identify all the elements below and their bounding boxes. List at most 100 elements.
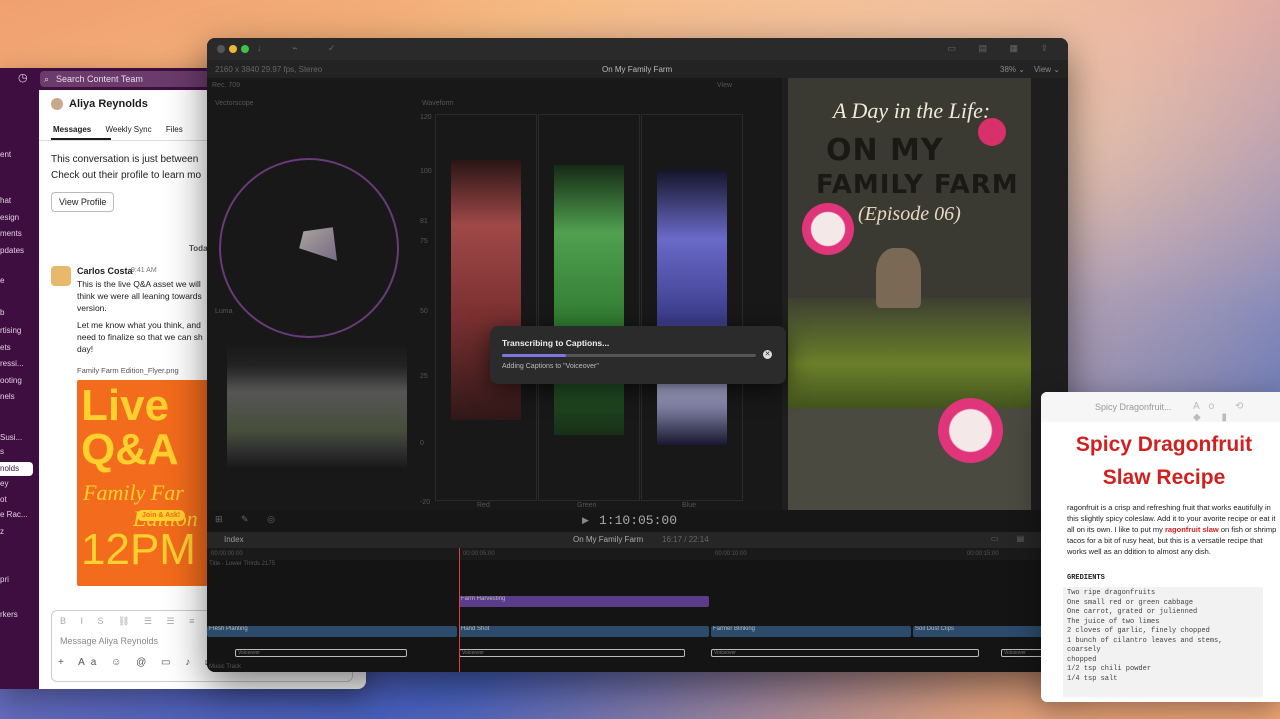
timeline-clip[interactable]: Fresh Planting bbox=[207, 626, 457, 637]
timecode-display[interactable]: 1:10:05:00 bbox=[599, 513, 677, 528]
channel-label: Green bbox=[577, 502, 596, 509]
search-icon: ⌕ bbox=[44, 71, 49, 87]
caption-clip[interactable]: Voiceover bbox=[235, 649, 407, 657]
sidebar-item[interactable]: pri bbox=[0, 575, 9, 584]
close-icon[interactable]: ✕ bbox=[763, 350, 772, 359]
sidebar-item[interactable]: rkers bbox=[0, 610, 18, 619]
zoom-view[interactable]: 38% ⌄ View ⌄ bbox=[1000, 65, 1060, 74]
flyer-line: Live bbox=[81, 384, 179, 428]
tab-weekly-sync[interactable]: Weekly Sync bbox=[105, 125, 151, 134]
index-button[interactable]: Index bbox=[224, 535, 244, 544]
sidebar-item[interactable]: Susi... bbox=[0, 433, 22, 442]
luma-waveform bbox=[227, 340, 407, 470]
timeline-header: Index On My Family Farm 16:17 / 22:14 ▭ … bbox=[207, 532, 1068, 548]
format-info: 2160 x 3840 29.97 fps, Stereo bbox=[215, 65, 322, 74]
view-menu[interactable]: View bbox=[1034, 65, 1051, 74]
ingredient-item: One small red or green cabbage bbox=[1067, 599, 1259, 609]
sidebar-item[interactable]: ooting bbox=[0, 376, 22, 385]
tab-files[interactable]: Files bbox=[166, 125, 183, 134]
dragonfruit-graphic bbox=[802, 203, 854, 255]
sidebar-item[interactable]: hat bbox=[0, 196, 11, 205]
tab-messages[interactable]: Messages bbox=[53, 125, 91, 134]
sidebar-item[interactable]: esign bbox=[0, 213, 19, 222]
search-placeholder: Search Content Team bbox=[56, 74, 143, 84]
axis-tick-label: 81 bbox=[420, 218, 428, 225]
playhead[interactable] bbox=[459, 548, 460, 672]
sidebar-item[interactable]: pdates bbox=[0, 246, 24, 255]
ingredient-item: 2 cloves of garlic, finely chopped bbox=[1067, 627, 1259, 637]
history-icon[interactable]: ◷ bbox=[18, 71, 28, 84]
axis-tick-label: 50 bbox=[420, 308, 428, 315]
page-title: Aliya Reynolds bbox=[69, 98, 148, 110]
transport-bar: ⊞ ✎ ◎ ▶ 1:10:05:00 ⤢ bbox=[207, 510, 1068, 532]
zoom-level[interactable]: 38% bbox=[1000, 65, 1016, 74]
sidebar-item[interactable]: e Rac... bbox=[0, 510, 28, 519]
sidebar-item[interactable]: z bbox=[0, 527, 4, 536]
workspace-icons[interactable]: ▭ ▤ ▦ ⇪ bbox=[947, 43, 1058, 54]
caption-clip[interactable]: Voiceover bbox=[711, 649, 979, 657]
clip-label: Title - Lower Thirds 2175 bbox=[209, 561, 275, 567]
sidebar-item[interactable]: nels bbox=[0, 392, 15, 401]
intro-highlight: ragonfruit slaw bbox=[1165, 525, 1219, 534]
ruler-mark: 00:00:00:00 bbox=[211, 551, 243, 557]
message-input[interactable]: Message Aliya Reynolds bbox=[60, 636, 158, 646]
axis-tick-label: -20 bbox=[420, 499, 430, 506]
ruler-mark: 00:00:05:00 bbox=[463, 551, 495, 557]
flyer-line: Family Far bbox=[83, 480, 184, 505]
sidebar-item[interactable]: ot bbox=[0, 495, 7, 504]
flyer-time: 12PM bbox=[81, 528, 196, 572]
sidebar-item[interactable]: nolds bbox=[0, 462, 33, 476]
minimize-button[interactable] bbox=[229, 45, 237, 53]
zoom-button[interactable] bbox=[241, 45, 249, 53]
viewer[interactable]: A Day in the Life: ON MY FAMILY FARM (Ep… bbox=[788, 78, 1031, 510]
viewer-image-farmer bbox=[876, 248, 921, 308]
sidebar-item[interactable]: ressi... bbox=[0, 359, 24, 368]
timeline-clip[interactable]: Farm Harvesting bbox=[459, 596, 709, 607]
red-parade bbox=[435, 114, 537, 501]
timeline-clip[interactable]: Hand Shot bbox=[459, 626, 709, 637]
avatar bbox=[51, 266, 71, 286]
sidebar: ent hat esign ments pdates e b rtising ets ressi.… bbox=[0, 90, 39, 689]
sidebar-item[interactable]: ey bbox=[0, 479, 8, 488]
ruler-mark: 00:00:10:00 bbox=[715, 551, 747, 557]
close-button[interactable] bbox=[217, 45, 225, 53]
green-trace bbox=[554, 165, 624, 435]
play-icon[interactable]: ▶ bbox=[582, 515, 589, 526]
timeline-ruler[interactable]: 00:00:00:0000:00:05:0000:00:10:0000:00:1… bbox=[207, 548, 1068, 560]
recipe-toolbar: Spicy Dragonfruit... Aᴏ ⟲ ◆ ▮ bbox=[1041, 392, 1280, 422]
axis-tick-label: 120 bbox=[420, 114, 432, 121]
format-toolbar[interactable]: B I S ⛓ ☰ ☰ ≡ bbox=[60, 616, 200, 627]
composer-actions[interactable]: + Aa ☺ @ ▭ ♪ ⧄ bbox=[58, 657, 217, 668]
timeline[interactable]: 00:00:00:0000:00:05:0000:00:10:0000:00:1… bbox=[207, 548, 1068, 672]
scope-view-menu[interactable]: View bbox=[717, 82, 732, 89]
dm-tabs: Messages Weekly Sync Files bbox=[53, 125, 195, 134]
fcp-toolbar: ↓ ⌁ ✓ ▭ ▤ ▦ ⇪ bbox=[207, 38, 1068, 60]
timeline-name[interactable]: On My Family Farm bbox=[573, 535, 643, 544]
sidebar-item[interactable]: ets bbox=[0, 343, 11, 352]
avatar bbox=[51, 98, 63, 110]
sidebar-item[interactable]: rtising bbox=[0, 326, 21, 335]
color-space: Rec. 709 bbox=[212, 82, 240, 89]
view-profile-button[interactable]: View Profile bbox=[51, 192, 114, 212]
timeline-clip[interactable]: Farmer Blinking bbox=[711, 626, 911, 637]
message-author[interactable]: Carlos Costa bbox=[77, 266, 133, 276]
recipe-tab[interactable]: Spicy Dragonfruit... bbox=[1095, 402, 1172, 412]
sidebar-item[interactable]: b bbox=[0, 308, 4, 317]
tool-icons[interactable]: ⊞ ✎ ◎ bbox=[215, 514, 283, 525]
format-icons[interactable]: Aᴏ ⟲ ◆ ▮ bbox=[1193, 401, 1280, 423]
project-title: On My Family Farm bbox=[602, 65, 672, 74]
viewer-image-crops bbox=[788, 298, 1031, 418]
sidebar-item[interactable]: s bbox=[0, 447, 4, 456]
sidebar-item[interactable]: ent bbox=[0, 150, 11, 159]
flyer-badge: Join & Ask! bbox=[137, 510, 185, 521]
sidebar-item[interactable]: ments bbox=[0, 229, 22, 238]
attachment-name[interactable]: Family Farm Edition_Flyer.png bbox=[77, 366, 179, 375]
channel-label: Red bbox=[477, 502, 490, 509]
axis-tick-label: 100 bbox=[420, 168, 432, 175]
luma-label: Luma bbox=[215, 308, 233, 315]
toolbar-icons[interactable]: ↓ ⌁ ✓ bbox=[257, 43, 349, 54]
flyer-image[interactable]: LiveQ&A Family FarEdition Join & Ask! 12… bbox=[77, 380, 211, 586]
caption-clip[interactable]: Voiceover bbox=[459, 649, 685, 657]
parade-label: Waveform bbox=[422, 100, 454, 107]
sidebar-item[interactable]: e bbox=[0, 276, 4, 285]
